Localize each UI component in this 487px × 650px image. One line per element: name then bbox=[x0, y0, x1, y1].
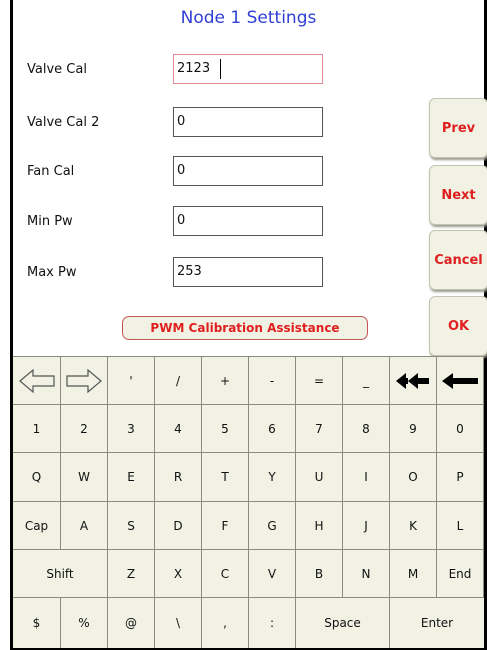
prev-button[interactable]: Prev bbox=[429, 98, 487, 158]
pwm-calibration-button[interactable]: PWM Calibration Assistance bbox=[122, 316, 368, 340]
key-t[interactable]: T bbox=[202, 453, 249, 502]
caps-lock-key[interactable]: Cap bbox=[13, 502, 61, 550]
valve-cal-value: 2123 bbox=[177, 61, 211, 76]
min-pw-label: Min Pw bbox=[27, 214, 73, 229]
right-arrow-icon bbox=[66, 368, 102, 393]
key-c[interactable]: C bbox=[202, 550, 249, 598]
key-plus[interactable]: + bbox=[202, 357, 249, 405]
key-5[interactable]: 5 bbox=[202, 405, 249, 453]
key-6[interactable]: 6 bbox=[249, 405, 296, 453]
key-w[interactable]: W bbox=[61, 453, 108, 502]
left-arrow-icon bbox=[18, 368, 55, 393]
key-e[interactable]: E bbox=[108, 453, 155, 502]
key-apostrophe[interactable]: ' bbox=[108, 357, 155, 405]
key-percent[interactable]: % bbox=[61, 598, 108, 648]
key-1[interactable]: 1 bbox=[13, 405, 61, 453]
backspace-icon bbox=[442, 372, 478, 389]
enter-key[interactable]: Enter bbox=[390, 598, 484, 648]
key-backslash[interactable]: \ bbox=[155, 598, 202, 648]
key-at[interactable]: @ bbox=[108, 598, 155, 648]
end-key[interactable]: End bbox=[437, 550, 484, 598]
key-equals[interactable]: = bbox=[296, 357, 343, 405]
key-0[interactable]: 0 bbox=[437, 405, 484, 453]
left-arrow-key[interactable] bbox=[13, 357, 61, 405]
key-u[interactable]: U bbox=[296, 453, 343, 502]
key-minus[interactable]: - bbox=[249, 357, 296, 405]
key-r[interactable]: R bbox=[155, 453, 202, 502]
min-pw-field[interactable]: 0 bbox=[173, 206, 323, 236]
key-8[interactable]: 8 bbox=[343, 405, 390, 453]
valve-cal-2-label: Valve Cal 2 bbox=[27, 115, 100, 130]
key-j[interactable]: J bbox=[343, 502, 390, 550]
key-y[interactable]: Y bbox=[249, 453, 296, 502]
key-colon[interactable]: : bbox=[249, 598, 296, 648]
key-4[interactable]: 4 bbox=[155, 405, 202, 453]
backspace-key[interactable] bbox=[437, 357, 484, 405]
valve-cal-field[interactable]: 2123 bbox=[173, 54, 323, 84]
key-v[interactable]: V bbox=[249, 550, 296, 598]
key-b[interactable]: B bbox=[296, 550, 343, 598]
right-arrow-key[interactable] bbox=[61, 357, 108, 405]
valve-cal-2-field[interactable]: 0 bbox=[173, 107, 323, 137]
text-caret bbox=[220, 59, 221, 79]
key-n[interactable]: N bbox=[343, 550, 390, 598]
fan-cal-label: Fan Cal bbox=[27, 164, 75, 179]
key-d[interactable]: D bbox=[155, 502, 202, 550]
max-pw-field[interactable]: 253 bbox=[173, 257, 323, 287]
key-dollar[interactable]: $ bbox=[13, 598, 61, 648]
key-g[interactable]: G bbox=[249, 502, 296, 550]
key-m[interactable]: M bbox=[390, 550, 437, 598]
key-s[interactable]: S bbox=[108, 502, 155, 550]
key-k[interactable]: K bbox=[390, 502, 437, 550]
key-underscore[interactable]: _ bbox=[343, 357, 390, 405]
page-title: Node 1 Settings bbox=[180, 8, 317, 28]
key-o[interactable]: O bbox=[390, 453, 437, 502]
key-l[interactable]: L bbox=[437, 502, 484, 550]
double-backspace-icon bbox=[396, 372, 429, 389]
key-2[interactable]: 2 bbox=[61, 405, 108, 453]
space-key[interactable]: Space bbox=[296, 598, 390, 648]
clear-all-key[interactable] bbox=[390, 357, 437, 405]
key-comma[interactable]: , bbox=[202, 598, 249, 648]
min-pw-value: 0 bbox=[177, 213, 186, 228]
fan-cal-value: 0 bbox=[177, 163, 186, 178]
fan-cal-field[interactable]: 0 bbox=[173, 156, 323, 186]
key-p[interactable]: P bbox=[437, 453, 484, 502]
key-z[interactable]: Z bbox=[108, 550, 155, 598]
on-screen-keyboard: ' / + - = _ 1 2 3 4 5 6 7 8 9 0 Q W E R … bbox=[13, 356, 484, 648]
key-h[interactable]: H bbox=[296, 502, 343, 550]
next-button[interactable]: Next bbox=[429, 165, 487, 225]
cancel-button[interactable]: Cancel bbox=[429, 230, 487, 290]
key-q[interactable]: Q bbox=[13, 453, 61, 502]
key-7[interactable]: 7 bbox=[296, 405, 343, 453]
key-slash[interactable]: / bbox=[155, 357, 202, 405]
valve-cal-label: Valve Cal bbox=[27, 62, 87, 77]
key-i[interactable]: I bbox=[343, 453, 390, 502]
key-x[interactable]: X bbox=[155, 550, 202, 598]
settings-window: Node 1 Settings Valve Cal 2123 Valve Cal… bbox=[10, 0, 487, 650]
ok-button[interactable]: OK bbox=[429, 296, 487, 356]
valve-cal-2-value: 0 bbox=[177, 114, 186, 129]
key-a[interactable]: A bbox=[61, 502, 108, 550]
shift-key[interactable]: Shift bbox=[13, 550, 108, 598]
key-f[interactable]: F bbox=[202, 502, 249, 550]
key-3[interactable]: 3 bbox=[108, 405, 155, 453]
max-pw-label: Max Pw bbox=[27, 265, 77, 280]
key-9[interactable]: 9 bbox=[390, 405, 437, 453]
max-pw-value: 253 bbox=[177, 264, 202, 279]
